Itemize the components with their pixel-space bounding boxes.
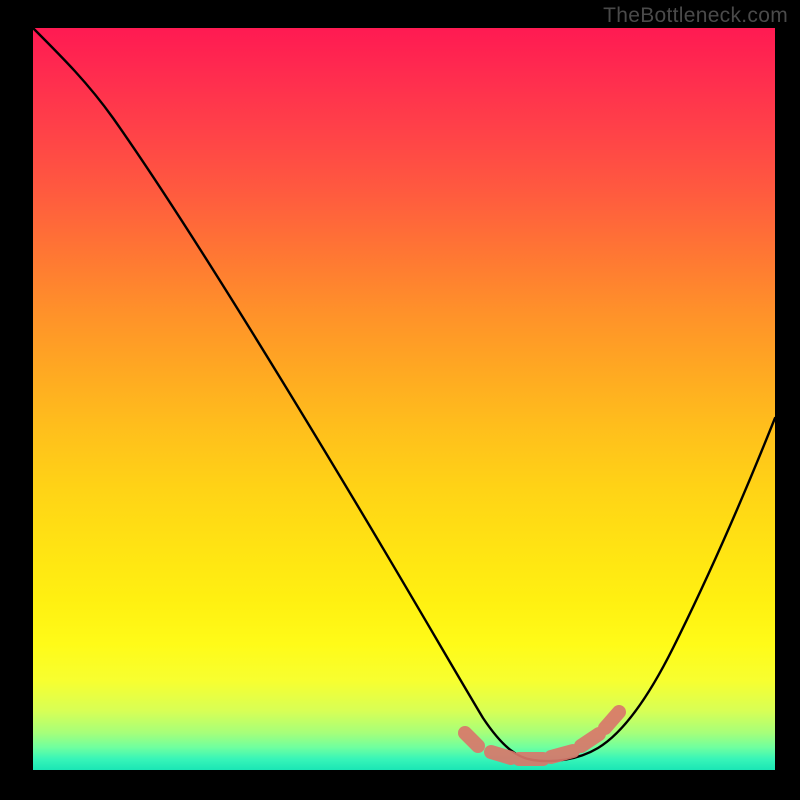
- curve-layer: [33, 28, 775, 770]
- sweet-spot-band: [465, 712, 619, 759]
- plot-area: [33, 28, 775, 770]
- watermark-text: TheBottleneck.com: [603, 4, 788, 28]
- bottleneck-curve: [33, 28, 775, 761]
- chart-frame: TheBottleneck.com: [0, 0, 800, 800]
